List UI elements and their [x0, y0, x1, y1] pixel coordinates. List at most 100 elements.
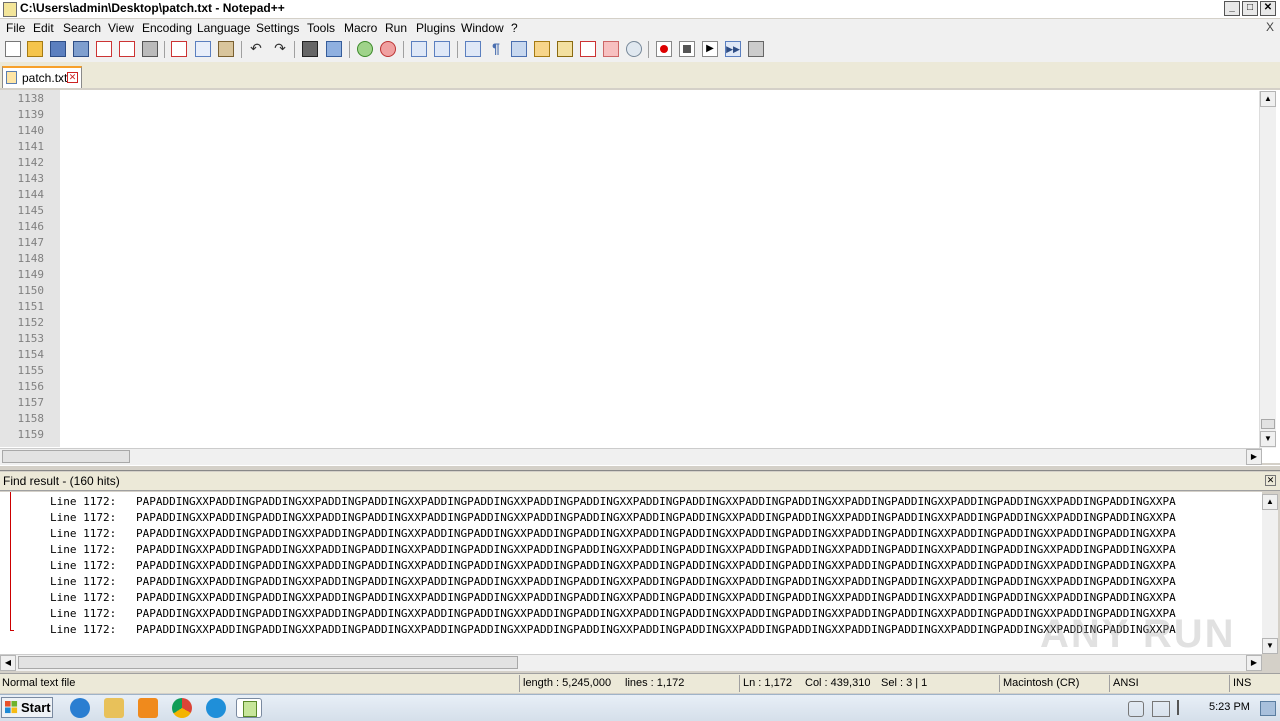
network-icon[interactable] — [1152, 701, 1170, 717]
scroll-down-icon[interactable]: ▼ — [1260, 431, 1276, 447]
menu-help[interactable]: ? — [511, 21, 518, 35]
save-all-icon[interactable] — [73, 41, 89, 57]
scroll-left-icon[interactable]: ◀ — [0, 655, 16, 671]
editor-horizontal-scroll-thumb[interactable] — [2, 450, 130, 463]
find-result-row[interactable]: Line 1172: PAPADDINGXXPADDINGPADDINGXXPAD… — [50, 542, 1260, 558]
find-result-row[interactable]: Line 1172: PAPADDINGXXPADDINGPADDINGXXPAD… — [50, 574, 1260, 590]
close-button[interactable]: ✕ — [1260, 1, 1276, 16]
menu-bar: File Edit Search View Encoding Language … — [0, 19, 1280, 37]
scroll-right-icon[interactable]: ▶ — [1246, 449, 1262, 465]
editor-pane[interactable]: 1138 1139 1140 1141 1142 1143 1144 1145 … — [0, 90, 1280, 465]
system-clock[interactable]: 5:23 PM — [1209, 701, 1250, 713]
line-number: 1149 — [17, 268, 45, 281]
menu-settings[interactable]: Settings — [256, 21, 299, 35]
tab-patch-txt[interactable]: patch.txt ✕ — [2, 66, 82, 88]
paste-icon[interactable] — [218, 41, 234, 57]
scroll-up-icon[interactable]: ▲ — [1260, 91, 1276, 107]
line-number: 1139 — [17, 108, 45, 121]
menu-tools[interactable]: Tools — [307, 21, 335, 35]
menu-run[interactable]: Run — [385, 21, 407, 35]
find-result-row[interactable]: Line 1172: PAPADDINGXXPADDINGPADDINGXXPAD… — [50, 510, 1260, 526]
file-explorer-icon[interactable] — [104, 698, 124, 718]
find-result-row[interactable]: Line 1172: PAPADDINGXXPADDINGPADDINGXXPAD… — [50, 590, 1260, 606]
fold-margin-line — [10, 492, 11, 630]
tab-close-icon[interactable]: ✕ — [67, 72, 78, 83]
document-icon — [6, 71, 17, 84]
find-vertical-scrollbar[interactable]: ▲ ▼ — [1262, 494, 1278, 654]
result-text: PAPADDINGXXPADDINGPADDINGXXPADDINGPADDIN… — [136, 495, 1176, 508]
minimize-button[interactable]: _ — [1224, 1, 1240, 16]
menu-search[interactable]: Search — [63, 21, 101, 35]
menu-macro[interactable]: Macro — [344, 21, 377, 35]
find-horizontal-scroll-thumb[interactable] — [18, 656, 518, 669]
scroll-right-icon[interactable]: ▶ — [1246, 655, 1262, 671]
record-macro-icon[interactable] — [656, 41, 672, 57]
undo-icon[interactable]: ↶ — [248, 41, 264, 57]
panel-splitter[interactable] — [0, 465, 1280, 471]
folder-workspace-icon[interactable] — [603, 41, 619, 57]
show-all-characters-icon[interactable]: ¶ — [488, 41, 504, 57]
menu-window[interactable]: Window — [461, 21, 504, 35]
zoom-out-icon[interactable] — [380, 41, 396, 57]
sync-horizontal-icon[interactable] — [434, 41, 450, 57]
editor-horizontal-scrollbar[interactable]: ▶ — [0, 448, 1262, 465]
status-encoding[interactable]: ANSI — [1113, 677, 1139, 689]
find-result-row[interactable]: Line 1172: PAPADDINGXXPADDINGPADDINGXXPAD… — [50, 558, 1260, 574]
find-result-close-icon[interactable]: ✕ — [1265, 475, 1276, 486]
start-button[interactable]: Start — [1, 697, 53, 718]
notepadpp-taskbar-button[interactable] — [236, 698, 262, 718]
close-file-icon[interactable] — [96, 41, 112, 57]
zoom-in-icon[interactable] — [357, 41, 373, 57]
window-title: C:\Users\admin\Desktop\patch.txt - Notep… — [20, 1, 285, 15]
document-map-icon[interactable] — [557, 41, 573, 57]
internet-explorer-icon[interactable] — [70, 698, 90, 718]
stop-recording-icon[interactable] — [679, 41, 695, 57]
chrome-icon[interactable] — [172, 698, 192, 718]
open-file-icon[interactable] — [27, 41, 43, 57]
status-length: length : 5,245,000 — [523, 677, 612, 689]
find-result-row[interactable]: Line 1172: PAPADDINGXXPADDINGPADDINGXXPAD… — [50, 494, 1260, 510]
close-document-button[interactable]: X — [1266, 20, 1274, 34]
line-number: 1138 — [17, 92, 45, 105]
new-file-icon[interactable] — [5, 41, 21, 57]
media-player-icon[interactable] — [138, 698, 158, 718]
editor-vertical-scrollbar[interactable]: ▲ ▼ — [1259, 91, 1276, 448]
save-macro-icon[interactable] — [748, 41, 764, 57]
copy-icon[interactable] — [195, 41, 211, 57]
menu-file[interactable]: File — [6, 21, 25, 35]
user-language-icon[interactable] — [534, 41, 550, 57]
flag-icon[interactable] — [1177, 700, 1193, 715]
menu-edit[interactable]: Edit — [33, 21, 54, 35]
editor-vertical-scroll-thumb[interactable] — [1261, 419, 1275, 429]
close-all-icon[interactable] — [119, 41, 135, 57]
speaker-icon[interactable] — [1128, 701, 1144, 717]
indent-guide-icon[interactable] — [511, 41, 527, 57]
sync-vertical-icon[interactable] — [411, 41, 427, 57]
monitoring-icon[interactable] — [626, 41, 642, 57]
status-eol[interactable]: Macintosh (CR) — [1003, 677, 1079, 689]
print-icon[interactable] — [142, 41, 158, 57]
menu-plugins[interactable]: Plugins — [416, 21, 455, 35]
function-list-icon[interactable] — [580, 41, 596, 57]
find-icon[interactable] — [302, 41, 318, 57]
replace-icon[interactable] — [326, 41, 342, 57]
status-bar: Normal text file length : 5,245,000 line… — [0, 673, 1280, 693]
windows-logo-icon — [5, 701, 18, 714]
scroll-down-icon[interactable]: ▼ — [1262, 638, 1278, 654]
play-macro-icon[interactable]: ▶ — [702, 41, 718, 57]
show-desktop-icon[interactable] — [1260, 701, 1276, 716]
edge-icon[interactable] — [206, 698, 226, 718]
cut-icon[interactable] — [171, 41, 187, 57]
maximize-button[interactable]: □ — [1242, 1, 1258, 16]
redo-icon[interactable]: ↷ — [272, 41, 288, 57]
find-result-row[interactable]: Line 1172: PAPADDINGXXPADDINGPADDINGXXPAD… — [50, 526, 1260, 542]
scroll-up-icon[interactable]: ▲ — [1262, 494, 1278, 510]
run-macro-multiple-icon[interactable]: ▶▶ — [725, 41, 741, 57]
menu-view[interactable]: View — [108, 21, 134, 35]
word-wrap-icon[interactable] — [465, 41, 481, 57]
line-number: 1159 — [17, 428, 45, 441]
save-icon[interactable] — [50, 41, 66, 57]
line-number: 1144 — [17, 188, 45, 201]
menu-encoding[interactable]: Encoding — [142, 21, 192, 35]
menu-language[interactable]: Language — [197, 21, 250, 35]
